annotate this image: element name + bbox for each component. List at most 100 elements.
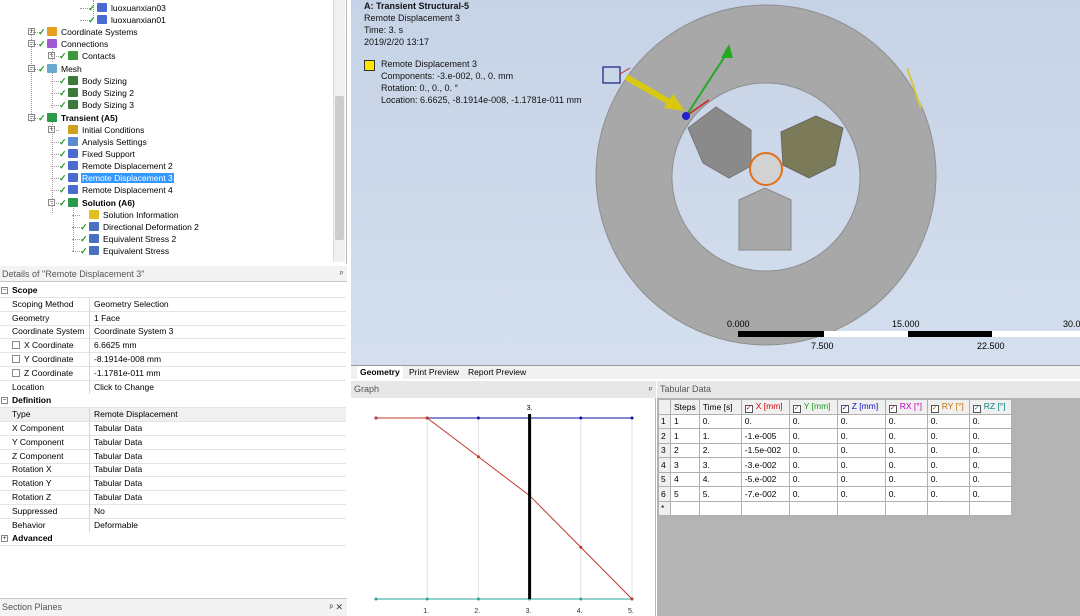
table-cell[interactable] bbox=[670, 500, 700, 516]
details-row-rotation-y[interactable]: Rotation Y Tabular Data bbox=[0, 477, 346, 492]
property-value[interactable]: Remote Displacement bbox=[91, 408, 346, 422]
table-cell[interactable]: 5. bbox=[698, 486, 742, 502]
table-cell[interactable]: 0. bbox=[968, 428, 1012, 444]
details-row-behavior[interactable]: Behavior Deformable bbox=[0, 518, 346, 533]
table-row[interactable]: 1 1 0. 0. 0. 0. 0. 0. 0. bbox=[658, 413, 1012, 429]
table-cell[interactable]: 0. bbox=[788, 471, 838, 487]
property-value[interactable]: Coordinate System 3 bbox=[91, 325, 346, 339]
remote-point-marker[interactable] bbox=[602, 66, 621, 84]
property-value[interactable]: Deformable bbox=[91, 519, 346, 533]
column-header-y-mm[interactable]: ✓ Y [mm] bbox=[788, 399, 838, 415]
table-cell[interactable]: 0. bbox=[836, 428, 886, 444]
details-row-x-coordinate[interactable]: X Coordinate 6.6625 mm bbox=[0, 339, 346, 354]
jaw-right[interactable] bbox=[780, 115, 844, 179]
pin-icon[interactable]: ᵖ bbox=[649, 381, 652, 398]
table-cell[interactable]: 0. bbox=[884, 457, 928, 473]
table-cell[interactable] bbox=[926, 500, 970, 516]
table-cell[interactable]: 0. bbox=[884, 471, 928, 487]
tree-item-luoxuanxian01[interactable]: ✓ luoxuanxian01 bbox=[88, 14, 167, 26]
column-checkbox[interactable]: ✓ bbox=[930, 404, 939, 413]
tree-item-remote-displacement-4[interactable]: ✓ Remote Displacement 4 bbox=[59, 184, 174, 196]
details-row-z-coordinate[interactable]: Z Coordinate -1.1781e-011 mm bbox=[0, 366, 346, 381]
table-cell[interactable]: 5 bbox=[670, 486, 700, 502]
details-row-y-coordinate[interactable]: Y Coordinate -8.1914e-008 mm bbox=[0, 353, 346, 367]
table-cell[interactable]: 0. bbox=[698, 413, 742, 429]
property-value[interactable]: No bbox=[91, 505, 346, 519]
geometry-viewport[interactable]: A: Transient Structural-5 Remote Displac… bbox=[351, 0, 1080, 365]
details-row-location[interactable]: Location Click to Change bbox=[0, 380, 346, 395]
tabular-grid[interactable]: Steps Time [s] ✓ X [mm] ✓ Y [mm] ✓ Z [mm] ✓ RX [°… bbox=[658, 399, 1012, 516]
property-value[interactable]: Tabular Data bbox=[91, 422, 346, 436]
row-header[interactable]: 1 bbox=[658, 413, 671, 429]
table-cell[interactable]: 0. bbox=[926, 428, 970, 444]
column-checkbox[interactable]: ✓ bbox=[840, 404, 849, 413]
column-checkbox[interactable]: ✓ bbox=[972, 404, 981, 413]
table-cell[interactable]: 4. bbox=[698, 471, 742, 487]
jaw-bottom[interactable] bbox=[738, 187, 792, 251]
section-toggle[interactable]: + bbox=[1, 535, 8, 543]
column-header-steps[interactable]: Steps bbox=[670, 399, 700, 415]
property-value[interactable]: 6.6625 mm bbox=[91, 339, 346, 353]
table-cell[interactable]: 0. bbox=[788, 486, 838, 502]
tree-item-fixed-support[interactable]: ✓ Fixed Support bbox=[59, 148, 136, 160]
details-row-rotation-x[interactable]: Rotation X Tabular Data bbox=[0, 463, 346, 478]
table-cell[interactable]: 0. bbox=[968, 486, 1012, 502]
details-section-definition[interactable]: − Definition bbox=[0, 394, 346, 409]
table-cell[interactable]: 0. bbox=[836, 442, 886, 458]
details-row-suppressed[interactable]: Suppressed No bbox=[0, 504, 346, 519]
table-cell[interactable] bbox=[698, 500, 742, 516]
table-cell[interactable]: 0. bbox=[788, 442, 838, 458]
table-cell[interactable]: 1 bbox=[670, 413, 700, 429]
tab-print-preview[interactable]: Print Preview bbox=[406, 366, 462, 379]
property-value[interactable]: 1 Face bbox=[91, 312, 346, 326]
column-header-ry[interactable]: ✓ RY [°] bbox=[926, 399, 970, 415]
table-cell[interactable]: 1. bbox=[698, 428, 742, 444]
table-cell[interactable]: 0. bbox=[884, 486, 928, 502]
column-checkbox[interactable]: ✓ bbox=[792, 404, 801, 413]
table-cell[interactable]: -1.5e-002 bbox=[740, 442, 790, 458]
table-row[interactable]: * bbox=[658, 500, 1012, 516]
column-header-rz[interactable]: ✓ RZ [°] bbox=[968, 399, 1012, 415]
table-cell[interactable]: 0. bbox=[926, 471, 970, 487]
table-row[interactable]: 3 2 2. -1.5e-002 0. 0. 0. 0. 0. bbox=[658, 442, 1012, 458]
table-cell[interactable]: 0. bbox=[968, 413, 1012, 429]
table-cell[interactable]: 0. bbox=[740, 413, 790, 429]
column-header-x-mm[interactable]: ✓ X [mm] bbox=[740, 399, 790, 415]
table-cell[interactable]: -1.e-005 bbox=[740, 428, 790, 444]
table-cell[interactable]: 3. bbox=[698, 457, 742, 473]
tree-item-solution-a6[interactable]: ✓ Solution (A6) bbox=[59, 197, 136, 209]
property-value[interactable]: Tabular Data bbox=[91, 436, 346, 450]
row-header[interactable]: 4 bbox=[658, 457, 671, 473]
property-value[interactable]: Geometry Selection bbox=[91, 298, 346, 312]
table-cell[interactable]: 0. bbox=[836, 413, 886, 429]
tree-scrollbar[interactable] bbox=[333, 0, 345, 262]
section-planes-pin-close[interactable]: ᵖ ✕ bbox=[330, 599, 343, 615]
column-checkbox[interactable]: ✓ bbox=[744, 404, 753, 413]
section-toggle[interactable]: − bbox=[1, 397, 8, 405]
property-value[interactable]: -8.1914e-008 mm bbox=[91, 353, 346, 367]
table-cell[interactable]: 0. bbox=[968, 457, 1012, 473]
parameter-checkbox[interactable] bbox=[12, 341, 20, 350]
tree-item-remote-displacement-2[interactable]: ✓ Remote Displacement 2 bbox=[59, 160, 174, 172]
tab-report-preview[interactable]: Report Preview bbox=[465, 366, 529, 379]
table-cell[interactable]: 0. bbox=[884, 428, 928, 444]
tree-item-mesh[interactable]: ✓ Mesh bbox=[38, 63, 83, 75]
tree-scrollbar-thumb[interactable] bbox=[335, 96, 344, 240]
details-section-scope[interactable]: − Scope bbox=[0, 284, 346, 298]
table-cell[interactable]: 0. bbox=[836, 471, 886, 487]
table-cell[interactable] bbox=[788, 500, 838, 516]
property-value[interactable]: -1.1781e-011 mm bbox=[91, 367, 346, 381]
project-tree[interactable]: ✓ luoxuanxian03 ✓ luoxuanxian01 + ✓ Coordinate… bbox=[0, 0, 347, 264]
table-cell[interactable]: 0. bbox=[968, 442, 1012, 458]
table-cell[interactable]: 3 bbox=[670, 457, 700, 473]
tree-item-contacts[interactable]: ✓ Contacts bbox=[59, 50, 117, 62]
column-header-rx[interactable]: ✓ RX [°] bbox=[884, 399, 928, 415]
tree-item-remote-displacement-3[interactable]: ✓ Remote Displacement 3 bbox=[59, 172, 174, 184]
table-cell[interactable] bbox=[968, 500, 1012, 516]
row-header[interactable]: * bbox=[658, 500, 671, 516]
graph-chart[interactable]: 1. 2. 3. 4. 5. 3. bbox=[351, 399, 656, 616]
row-header[interactable]: 6 bbox=[658, 486, 671, 502]
tree-item-coordinate-systems[interactable]: ✓ Coordinate Systems bbox=[38, 26, 139, 38]
table-cell[interactable]: 0. bbox=[836, 486, 886, 502]
table-cell[interactable] bbox=[836, 500, 886, 516]
